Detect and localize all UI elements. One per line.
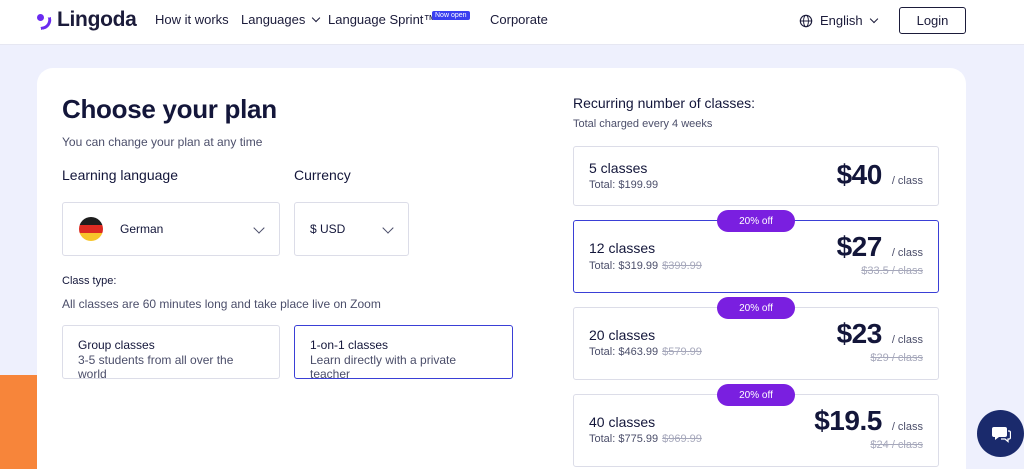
chevron-down-icon (869, 14, 878, 24)
page-subtitle: You can change your plan at any time (62, 135, 263, 149)
plan-old-total: $969.99 (662, 433, 702, 445)
recurring-title: Recurring number of classes: (573, 95, 756, 111)
brand-name: Lingoda (57, 8, 137, 31)
germany-flag-icon (79, 217, 103, 241)
now-open-badge: Now open (432, 11, 470, 20)
discount-badge: 20% off (717, 384, 795, 406)
page-title: Choose your plan (62, 94, 277, 124)
nav-languages[interactable]: Languages (241, 12, 321, 27)
plan-price-amount: $40 (836, 159, 883, 190)
plan-price: $19.5 / class (814, 405, 923, 437)
plan-price-unit: / class (891, 334, 923, 346)
language-label: English (820, 13, 863, 28)
class-type-desc: Learn directly with a private teacher (310, 353, 457, 381)
plan-price-unit: / class (891, 421, 923, 433)
globe-icon (799, 14, 813, 27)
learning-language-value: German (120, 222, 164, 236)
plan-total: Total: $319.99 $399.99 (589, 260, 702, 272)
plan-classes: 12 classes (589, 240, 656, 256)
plan-price-amount: $27 (836, 231, 883, 262)
nav-how-it-works[interactable]: How it works (155, 12, 229, 27)
nav-languages-label: Languages (241, 12, 306, 27)
recurring-subtitle: Total charged every 4 weeks (573, 118, 713, 130)
currency-select[interactable]: $ USD (294, 202, 409, 256)
currency-label: Currency (294, 167, 351, 183)
plan-total: Total: $463.99 $579.99 (589, 346, 702, 358)
plan-classes: 5 classes (589, 160, 648, 176)
decorative-orange-block (0, 375, 37, 469)
class-type-label: Class type: (62, 275, 117, 287)
plan-price-unit: / class (891, 175, 923, 187)
chat-launcher-button[interactable] (977, 410, 1024, 457)
chevron-down-icon (253, 222, 265, 234)
plan-old-total: $579.99 (662, 346, 702, 358)
class-type-group[interactable]: Group classes 3-5 students from all over… (62, 325, 280, 381)
plan-classes: 20 classes (589, 327, 656, 343)
plan-old-price: $29 / class (870, 352, 923, 364)
plan-price-unit: / class (891, 247, 923, 259)
plan-total: Total: $199.99 (589, 179, 659, 191)
plan-old-price: $33.5 / class (861, 265, 923, 277)
plan-price: $40 / class (837, 159, 923, 191)
learning-language-select[interactable]: German (62, 202, 280, 256)
lingoda-logo-icon (37, 12, 53, 30)
plan-option-5[interactable]: 5 classes Total: $199.99 $40 / class (573, 146, 939, 206)
chat-icon (991, 426, 1011, 443)
discount-badge: 20% off (717, 210, 795, 232)
chevron-down-icon (312, 13, 321, 23)
learning-language-label: Learning language (62, 167, 178, 183)
chevron-down-icon (382, 222, 394, 234)
class-type-title: Group classes (78, 338, 155, 352)
nav-language-sprint[interactable]: Language Sprint™ (328, 12, 436, 27)
currency-value: $ USD (310, 222, 346, 236)
class-type-title: 1-on-1 classes (310, 338, 389, 352)
plan-price-amount: $23 (836, 318, 883, 349)
plan-old-total: $399.99 (662, 260, 702, 272)
language-switcher[interactable]: English (799, 13, 878, 28)
class-type-one-on-one[interactable]: 1-on-1 classes Learn directly with a pri… (294, 325, 513, 381)
login-button[interactable]: Login (899, 7, 966, 34)
plan-price: $27 / class (837, 231, 923, 263)
plan-classes: 40 classes (589, 414, 656, 430)
discount-badge: 20% off (717, 297, 795, 319)
plan-price-amount: $19.5 (814, 405, 882, 436)
nav-corporate[interactable]: Corporate (490, 12, 548, 27)
plan-total: Total: $775.99 $969.99 (589, 433, 702, 445)
plan-price: $23 / class (837, 318, 923, 350)
class-type-desc: 3-5 students from all over the world (78, 353, 234, 381)
class-type-info: All classes are 60 minutes long and take… (62, 297, 381, 311)
plan-old-price: $24 / class (870, 439, 923, 451)
lingoda-logo[interactable]: Lingoda (37, 8, 137, 32)
top-navbar: Lingoda How it works Languages Language … (0, 0, 1024, 45)
